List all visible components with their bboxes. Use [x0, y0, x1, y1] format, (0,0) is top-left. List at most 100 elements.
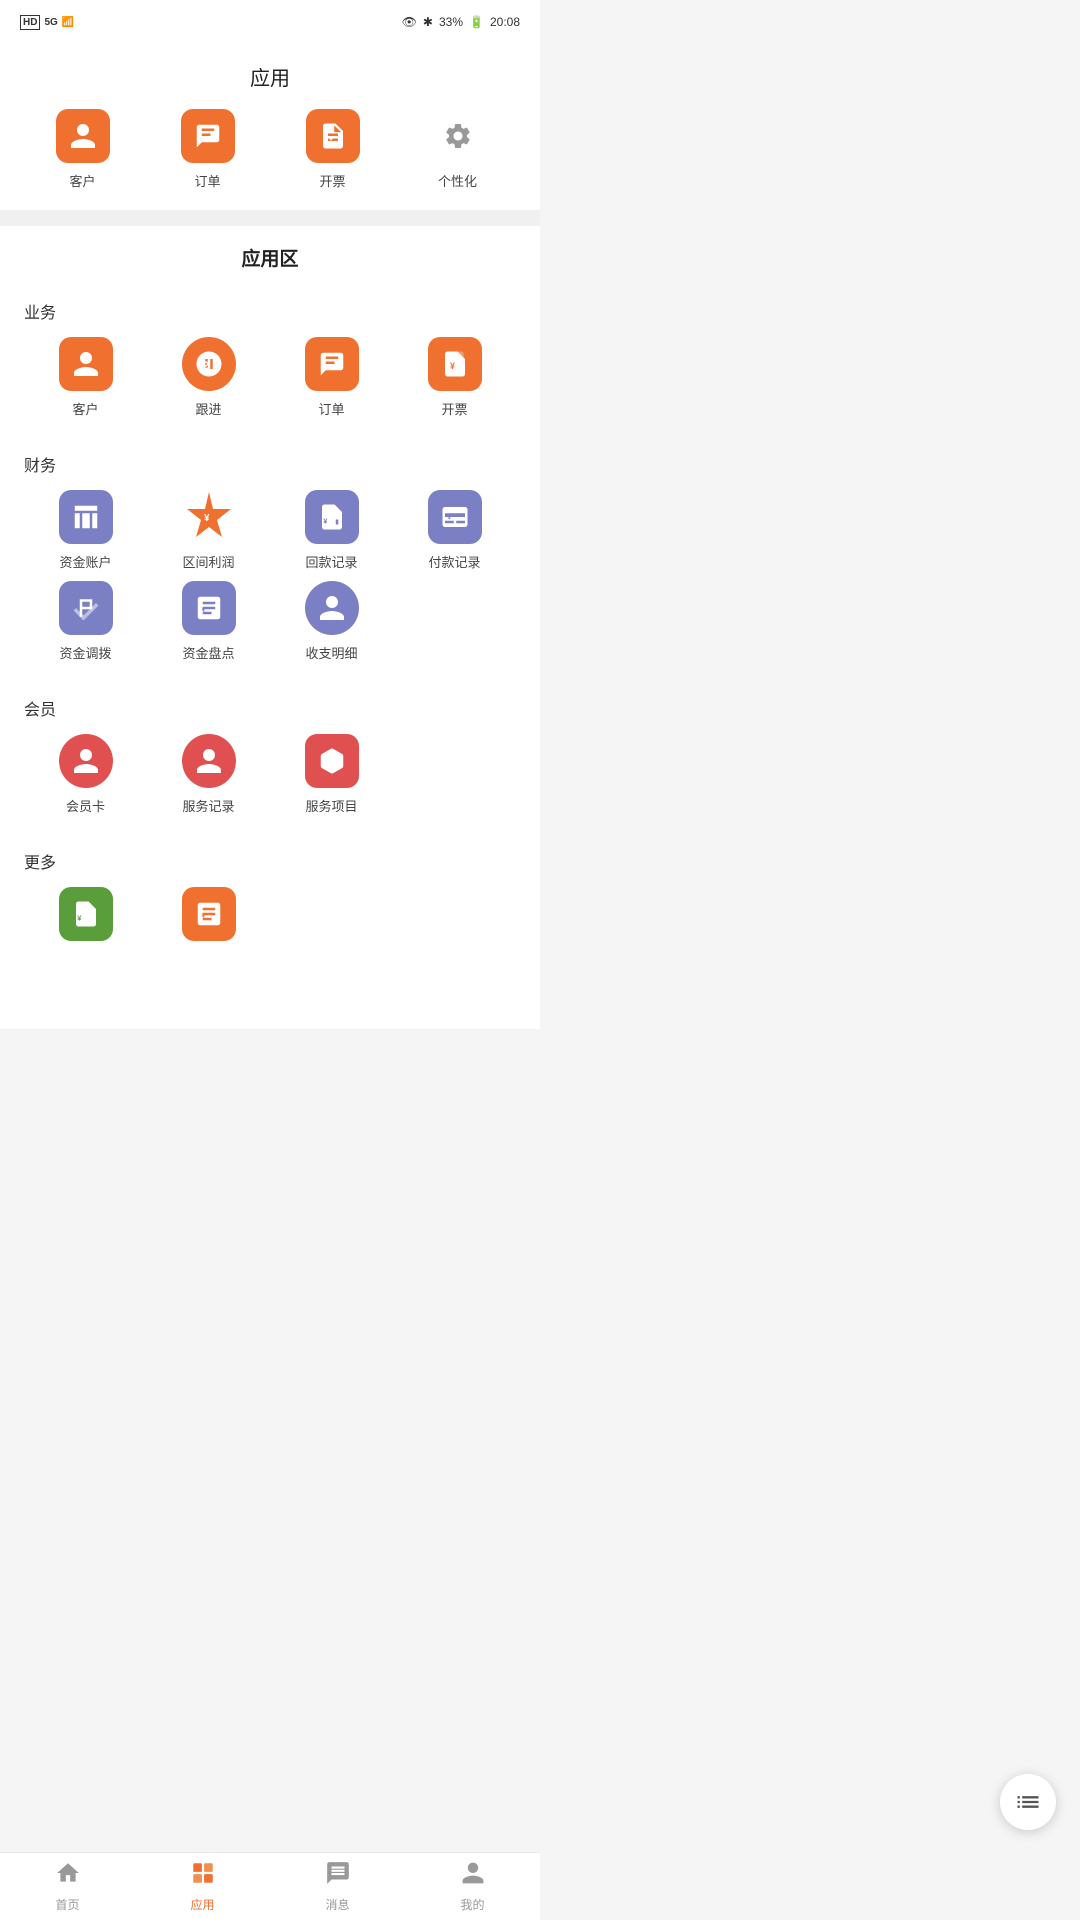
- category-more: 更多 ¥ ¥: [0, 831, 540, 949]
- member-icon-grid: 会员卡 服务记录 服务项目: [24, 734, 516, 815]
- biz-follow-icon: 2: [182, 337, 236, 391]
- nav-message-label: 消息: [325, 1896, 349, 1913]
- zone-title: 应用区: [0, 226, 540, 281]
- fab-button[interactable]: [1000, 1774, 1056, 1830]
- fin-account-label: 资金账户: [59, 552, 111, 571]
- mem-card-icon: [59, 734, 113, 788]
- battery-icon: 🔋: [469, 15, 484, 29]
- fin-audit-label: 资金盘点: [182, 643, 234, 662]
- mem-service-record[interactable]: 服务记录: [147, 734, 270, 815]
- nav-apps[interactable]: 应用: [173, 1860, 233, 1913]
- fin-audit[interactable]: ¥ 资金盘点: [147, 581, 270, 662]
- status-right: 👁 ✱ 33% 🔋 20:08: [402, 15, 520, 29]
- mem-service-record-label: 服务记录: [182, 796, 234, 815]
- nav-home[interactable]: 首页: [38, 1860, 98, 1913]
- nav-profile[interactable]: 我的: [443, 1860, 503, 1913]
- bottom-nav: 首页 应用 消息 我的: [0, 1852, 540, 1920]
- mem-service-record-icon: [182, 734, 236, 788]
- status-left: HD 5G 📶: [20, 15, 74, 30]
- fin-empty: [393, 581, 516, 662]
- category-business: 业务 客户 2 跟进 订单: [0, 281, 540, 418]
- nav-message[interactable]: 消息: [308, 1860, 368, 1913]
- fin-transfer-label: 资金调拨: [59, 643, 111, 662]
- fin-profit-label: 区间利润: [182, 552, 234, 571]
- fin-account-icon: [59, 490, 113, 544]
- fin-profit-icon: ¥: [182, 490, 236, 544]
- mem-service-item[interactable]: 服务项目: [270, 734, 393, 815]
- settings-icon-top: [431, 109, 485, 163]
- message-icon: [325, 1860, 351, 1893]
- category-business-label: 业务: [24, 291, 516, 337]
- section-divider: [0, 210, 540, 226]
- top-item-customer[interactable]: 客户: [43, 109, 123, 190]
- svg-text:¥: ¥: [201, 913, 205, 920]
- finance-icon-grid: 资金账户 ¥ 区间利润 ¥ 回款记录 ¥: [24, 490, 516, 662]
- biz-invoice[interactable]: ¥ 开票: [393, 337, 516, 418]
- fin-detail-label: 收支明细: [305, 643, 357, 662]
- biz-invoice-icon: ¥: [428, 337, 482, 391]
- battery-text: 33%: [439, 15, 463, 29]
- top-item-order[interactable]: 订单: [168, 109, 248, 190]
- svg-text:¥: ¥: [450, 361, 455, 371]
- signal-hd: HD: [20, 15, 40, 30]
- biz-customer-icon: [59, 337, 113, 391]
- more-icon-1: ¥: [59, 887, 113, 941]
- fin-payment[interactable]: ¥ 付款记录: [393, 490, 516, 571]
- profile-icon: [460, 1860, 486, 1893]
- svg-text:¥: ¥: [329, 136, 333, 143]
- category-more-label: 更多: [24, 841, 516, 887]
- apps-icon: [190, 1860, 216, 1893]
- biz-order[interactable]: 订单: [270, 337, 393, 418]
- top-section: 应用 客户 订单 ¥ 开票 个性化: [0, 44, 540, 210]
- customer-icon-top: [56, 109, 110, 163]
- biz-follow[interactable]: 2 跟进: [147, 337, 270, 418]
- top-item-invoice[interactable]: ¥ 开票: [293, 109, 373, 190]
- mem-card-label: 会员卡: [66, 796, 105, 815]
- svg-text:¥: ¥: [447, 515, 451, 522]
- mem-empty-space: [428, 734, 482, 788]
- fin-profit[interactable]: ¥ 区间利润: [147, 490, 270, 571]
- mem-card[interactable]: 会员卡: [24, 734, 147, 815]
- bluetooth-icon: ✱: [423, 15, 433, 29]
- nav-profile-label: 我的: [460, 1896, 484, 1913]
- mem-service-item-label: 服务项目: [305, 796, 357, 815]
- mem-empty: [393, 734, 516, 815]
- biz-order-icon: [305, 337, 359, 391]
- category-member-label: 会员: [24, 688, 516, 734]
- more-item-2[interactable]: ¥: [147, 887, 270, 949]
- top-item-personalize[interactable]: 个性化: [418, 109, 498, 190]
- invoice-icon-top: ¥: [306, 109, 360, 163]
- eye-icon: 👁: [402, 15, 417, 29]
- fin-transfer[interactable]: 资金调拨: [24, 581, 147, 662]
- fin-payment-label: 付款记录: [428, 552, 480, 571]
- nav-home-label: 首页: [55, 1896, 79, 1913]
- app-zone: 应用区 业务 客户 2 跟进 订单: [0, 226, 540, 1029]
- order-icon-top: [181, 109, 235, 163]
- top-item-order-label: 订单: [194, 171, 220, 190]
- biz-order-label: 订单: [318, 399, 344, 418]
- signal-4g: 📶: [62, 17, 74, 28]
- svg-text:¥: ¥: [201, 607, 205, 614]
- biz-customer-label: 客户: [72, 399, 98, 418]
- biz-follow-label: 跟进: [195, 399, 221, 418]
- fin-receipt[interactable]: ¥ 回款记录: [270, 490, 393, 571]
- fin-audit-icon: ¥: [182, 581, 236, 635]
- fin-transfer-icon: [59, 581, 113, 635]
- fin-detail-icon: [305, 581, 359, 635]
- home-icon: [55, 1860, 81, 1893]
- fin-receipt-icon: ¥: [305, 490, 359, 544]
- fin-detail[interactable]: 收支明细: [270, 581, 393, 662]
- category-finance: 财务 资金账户 ¥ 区间利润 ¥: [0, 434, 540, 662]
- business-icon-grid: 客户 2 跟进 订单 ¥ 开票: [24, 337, 516, 418]
- top-title: 应用: [0, 54, 540, 109]
- biz-customer[interactable]: 客户: [24, 337, 147, 418]
- fin-payment-icon: ¥: [428, 490, 482, 544]
- fin-account[interactable]: 资金账户: [24, 490, 147, 571]
- top-item-personalize-label: 个性化: [438, 171, 477, 190]
- svg-text:2: 2: [202, 360, 208, 372]
- more-icon-2: ¥: [182, 887, 236, 941]
- top-icon-grid: 客户 订单 ¥ 开票 个性化: [0, 109, 540, 190]
- status-bar: HD 5G 📶 👁 ✱ 33% 🔋 20:08: [0, 0, 540, 44]
- more-item-1[interactable]: ¥: [24, 887, 147, 949]
- more-icon-grid: ¥ ¥: [24, 887, 516, 949]
